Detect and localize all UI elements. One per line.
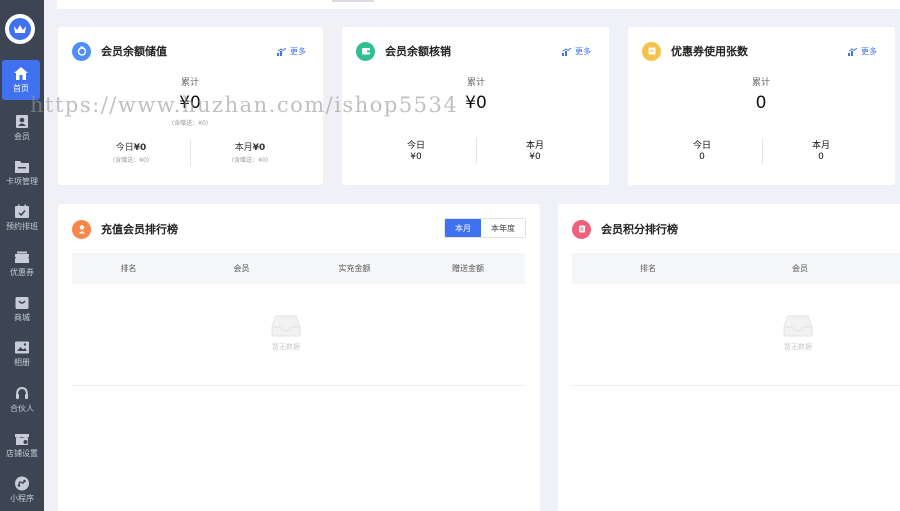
calendar-check-icon <box>15 204 29 218</box>
period-switch: 本月 本年度 <box>444 218 526 238</box>
table-header: 排名 会员 <box>572 253 900 284</box>
empty-box-icon <box>271 315 301 337</box>
col-member: 会员 <box>792 264 808 273</box>
trend-icon <box>848 47 857 56</box>
divider <box>476 138 477 164</box>
today-label: 今日 <box>406 141 425 151</box>
today-label: 今日 <box>692 141 711 151</box>
points-ranking-panel: 会员积分排行榜 排名 会员 暂无数据 <box>558 204 900 511</box>
empty-box-icon <box>783 315 813 337</box>
tab-this-month[interactable]: 本月 <box>445 219 481 237</box>
card-coupon-used: 优惠券使用张数 更多 累计 0 今日 0 本月 0 <box>628 27 895 185</box>
card-title: 优惠券使用张数 <box>671 45 748 58</box>
more-link[interactable]: 更多 <box>848 46 877 57</box>
coupon-card-icon <box>642 41 661 61</box>
today-value: 0 <box>699 152 705 162</box>
tab-this-year[interactable]: 本年度 <box>481 219 525 237</box>
col-rank: 排名 <box>640 264 656 273</box>
total-label: 累计 <box>466 78 485 88</box>
table-header: 排名 会员 实充金额 赠送金额 <box>72 253 525 284</box>
sidebar-item-store-settings[interactable]: 店铺设置 <box>0 425 44 465</box>
recharge-ranking-panel: 充值会员排行榜 本月 本年度 排名 会员 实充金额 赠送金额 暂无数据 <box>58 204 540 511</box>
sidebar-item-miniprogram[interactable]: 小程序 <box>0 470 44 510</box>
divider <box>762 138 763 164</box>
empty-state: 暂无数据 <box>271 314 301 352</box>
month-gift-note: (含赠送：¥0) <box>231 157 269 164</box>
member-icon <box>16 115 28 128</box>
divider <box>190 140 191 166</box>
total-gift-note: (含赠送：¥0) <box>171 120 209 127</box>
trend-icon <box>277 47 286 56</box>
panel-title: 充值会员排行榜 <box>101 223 178 236</box>
col-rank: 排名 <box>120 264 137 273</box>
folder-icon <box>15 161 29 173</box>
today-value: ¥0 <box>410 152 422 162</box>
total-label: 累计 <box>751 78 770 88</box>
headset-icon <box>16 386 28 399</box>
more-link[interactable]: 更多 <box>562 46 591 57</box>
shop-icon <box>15 297 29 309</box>
today-stat: 今日¥0 <box>115 143 147 153</box>
col-gift-amount: 赠送金额 <box>452 264 484 273</box>
miniprogram-icon <box>15 476 29 491</box>
sidebar-item-partner[interactable]: 合伙人 <box>0 380 44 420</box>
sidebar-item-album[interactable]: 相册 <box>0 334 44 374</box>
month-label: 本月 <box>811 141 830 151</box>
coupon-icon <box>15 251 29 263</box>
card-title: 会员余额核销 <box>385 45 451 58</box>
month-stat: 本月¥0 <box>234 143 266 153</box>
sidebar-item-shop[interactable]: 商城 <box>0 289 44 329</box>
sidebar-item-cards[interactable]: 卡项管理 <box>0 153 44 193</box>
empty-state: 暂无数据 <box>783 314 813 352</box>
store-settings-icon <box>15 434 29 445</box>
trend-icon <box>562 47 571 56</box>
album-icon <box>15 341 29 354</box>
wallet-check-icon <box>356 41 375 61</box>
total-value: 0 <box>755 93 767 113</box>
crown-icon[interactable] <box>5 14 35 44</box>
sidebar: 首页 会员 卡项管理 预约排班 优惠券 商城 相册 合伙人 店铺设置 小程序 <box>0 0 44 511</box>
sidebar-item-coupon[interactable]: 优惠券 <box>0 244 44 284</box>
home-icon <box>14 67 28 80</box>
top-tab[interactable] <box>332 0 374 2</box>
month-label: 本月 <box>525 141 544 151</box>
card-title: 会员余额储值 <box>101 45 167 58</box>
month-value: 0 <box>818 152 824 162</box>
table-bottom-line <box>72 385 525 386</box>
watermark-text: https://www.huzhan.com/ishop5534 <box>30 93 459 117</box>
today-gift-note: (含赠送：¥0) <box>112 157 150 164</box>
wallet-icon <box>72 41 91 61</box>
month-value: ¥0 <box>529 152 541 162</box>
total-label: 累计 <box>180 78 199 88</box>
table-bottom-line <box>572 385 900 386</box>
top-bar <box>57 0 900 9</box>
points-icon <box>572 219 591 239</box>
more-link[interactable]: 更多 <box>277 46 306 57</box>
col-paid-amount: 实充金额 <box>338 264 371 273</box>
col-member: 会员 <box>233 264 250 273</box>
sidebar-item-booking[interactable]: 预约排班 <box>0 198 44 238</box>
medal-icon <box>72 219 91 239</box>
panel-title: 会员积分排行榜 <box>601 223 678 236</box>
